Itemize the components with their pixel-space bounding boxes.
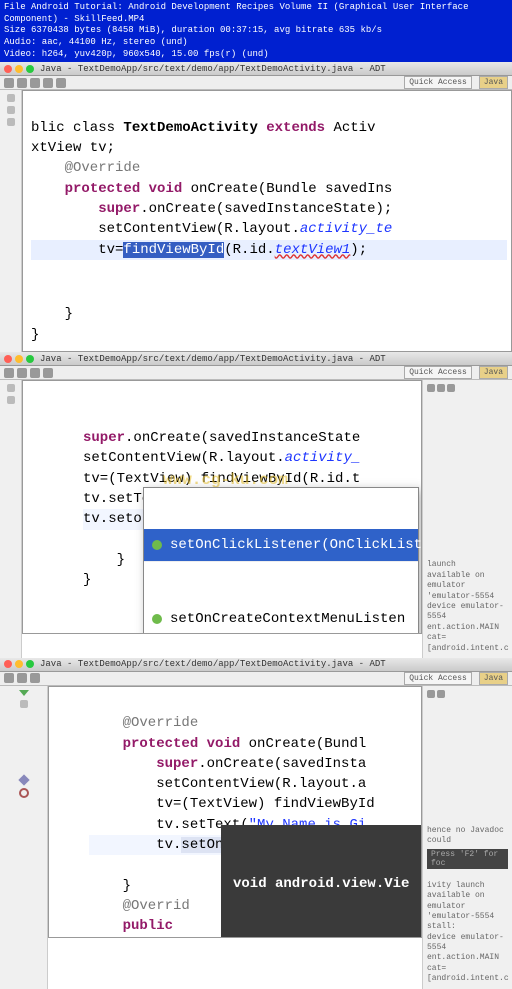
gutter-icon[interactable] xyxy=(7,396,15,404)
code-editor[interactable]: www.cg-ku.com super.onCreate(savedInstan… xyxy=(22,380,422,634)
project-explorer-gutter[interactable] xyxy=(0,686,48,989)
toolbar-icon[interactable] xyxy=(4,673,14,683)
autocomplete-item[interactable]: setOnCreateContextMenuListen xyxy=(144,603,418,635)
toolbar-icon[interactable] xyxy=(4,368,14,378)
project-explorer-gutter[interactable] xyxy=(0,380,22,658)
console-line: available on emulator 'emulator-5554 xyxy=(427,891,508,922)
panel-icon[interactable] xyxy=(437,384,445,392)
toolbar-icon[interactable] xyxy=(56,78,66,88)
minimize-icon[interactable] xyxy=(15,660,23,668)
console-error: hence no Javadoc could xyxy=(427,826,508,847)
toolbar-icon[interactable] xyxy=(30,368,40,378)
window-title: Java - TextDemoApp/src/text/demo/app/Tex… xyxy=(40,354,386,364)
side-panel: launch available on emulator 'emulator-5… xyxy=(422,380,512,658)
side-panel: hence no Javadoc could Press 'F2' for fo… xyxy=(422,686,512,989)
perspective-java[interactable]: Java xyxy=(479,366,508,379)
gutter-icon[interactable] xyxy=(7,384,15,392)
perspective-java[interactable]: Java xyxy=(479,76,508,89)
quick-access-button[interactable]: Quick Access xyxy=(404,672,472,685)
resume-icon[interactable] xyxy=(19,690,29,696)
gutter-icon[interactable] xyxy=(7,106,15,114)
toolbar: Quick Access Java xyxy=(0,672,512,686)
selected-text: findViewById xyxy=(123,242,224,258)
toolbar-icon[interactable] xyxy=(43,368,53,378)
console-line: ent.action.MAIN cat=[android.intent.c xyxy=(427,623,508,654)
close-icon[interactable] xyxy=(4,660,12,668)
code-editor[interactable]: @Override protected void onCreate(Bundl … xyxy=(48,686,422,938)
panel-icon[interactable] xyxy=(427,690,435,698)
ide-window-2: Java - TextDemoApp/src/text/demo/app/Tex… xyxy=(0,352,512,658)
console-line: stall: xyxy=(427,922,508,932)
gutter-icon[interactable] xyxy=(7,118,15,126)
zoom-icon[interactable] xyxy=(26,65,34,73)
toolbar-icon[interactable] xyxy=(17,78,27,88)
panel-icon[interactable] xyxy=(437,690,445,698)
tooltip-header: void android.view.Vie xyxy=(233,874,411,895)
toolbar-icon[interactable] xyxy=(30,673,40,683)
titlebar[interactable]: Java - TextDemoApp/src/text/demo/app/Tex… xyxy=(0,352,512,366)
titlebar[interactable]: Java - TextDemoApp/src/text/demo/app/Tex… xyxy=(0,62,512,76)
gutter-icon[interactable] xyxy=(20,700,28,708)
console-line: device emulator-5554 xyxy=(427,602,508,623)
console-line: launch xyxy=(427,560,508,570)
ide-window-1: Java - TextDemoApp/src/text/demo/app/Tex… xyxy=(0,62,512,352)
header-line: Size 6370438 bytes (8458 MiB), duration … xyxy=(4,25,508,37)
ide-window-3: Java - TextDemoApp/src/text/demo/app/Tex… xyxy=(0,658,512,989)
close-icon[interactable] xyxy=(4,355,12,363)
window-title: Java - TextDemoApp/src/text/demo/app/Tex… xyxy=(40,659,386,669)
autocomplete-item[interactable]: setOnClickListener(OnClickList xyxy=(144,529,418,562)
zoom-icon[interactable] xyxy=(26,355,34,363)
quick-access-button[interactable]: Quick Access xyxy=(404,76,472,89)
close-icon[interactable] xyxy=(4,65,12,73)
toolbar: Quick Access Java xyxy=(0,76,512,90)
header-line: File Android Tutorial: Android Developme… xyxy=(4,2,508,25)
toolbar: Quick Access Java xyxy=(0,366,512,380)
window-title: Java - TextDemoApp/src/text/demo/app/Tex… xyxy=(40,64,386,74)
minimize-icon[interactable] xyxy=(15,65,23,73)
minimize-icon[interactable] xyxy=(15,355,23,363)
panel-icon[interactable] xyxy=(427,384,435,392)
video-info-header: File Android Tutorial: Android Developme… xyxy=(0,0,512,62)
panel-icon[interactable] xyxy=(447,384,455,392)
quick-access-button[interactable]: Quick Access xyxy=(404,366,472,379)
breakpoint-icon[interactable] xyxy=(18,774,29,785)
zoom-icon[interactable] xyxy=(26,660,34,668)
project-explorer-gutter[interactable] xyxy=(0,90,22,352)
header-line: Video: h264, yuv420p, 960x540, 15.00 fps… xyxy=(4,49,508,61)
perspective-java[interactable]: Java xyxy=(479,672,508,685)
javadoc-tooltip: void android.view.Vie Note: This element… xyxy=(221,825,422,938)
toolbar-icon[interactable] xyxy=(43,78,53,88)
key-hint: Press 'F2' for foc xyxy=(427,849,508,869)
header-line: Audio: aac, 44100 Hz, stereo (und) xyxy=(4,37,508,49)
console-line: ent.action.MAIN cat=[android.intent.c xyxy=(427,953,508,984)
console-line: available on emulator 'emulator-5554 xyxy=(427,571,508,602)
method-icon xyxy=(152,540,162,550)
toolbar-icon[interactable] xyxy=(17,368,27,378)
stop-icon[interactable] xyxy=(19,788,29,798)
toolbar-icon[interactable] xyxy=(17,673,27,683)
console-line: device emulator-5554 xyxy=(427,933,508,954)
autocomplete-popup[interactable]: setOnClickListener(OnClickList setOnCrea… xyxy=(143,487,419,634)
toolbar-icon[interactable] xyxy=(30,78,40,88)
code-editor[interactable]: blic class TextDemoActivity extends Acti… xyxy=(22,90,512,352)
gutter-icon[interactable] xyxy=(7,94,15,102)
console-line: ivity launch xyxy=(427,881,508,891)
toolbar-icon[interactable] xyxy=(4,78,14,88)
method-icon xyxy=(152,614,162,624)
titlebar[interactable]: Java - TextDemoApp/src/text/demo/app/Tex… xyxy=(0,658,512,672)
